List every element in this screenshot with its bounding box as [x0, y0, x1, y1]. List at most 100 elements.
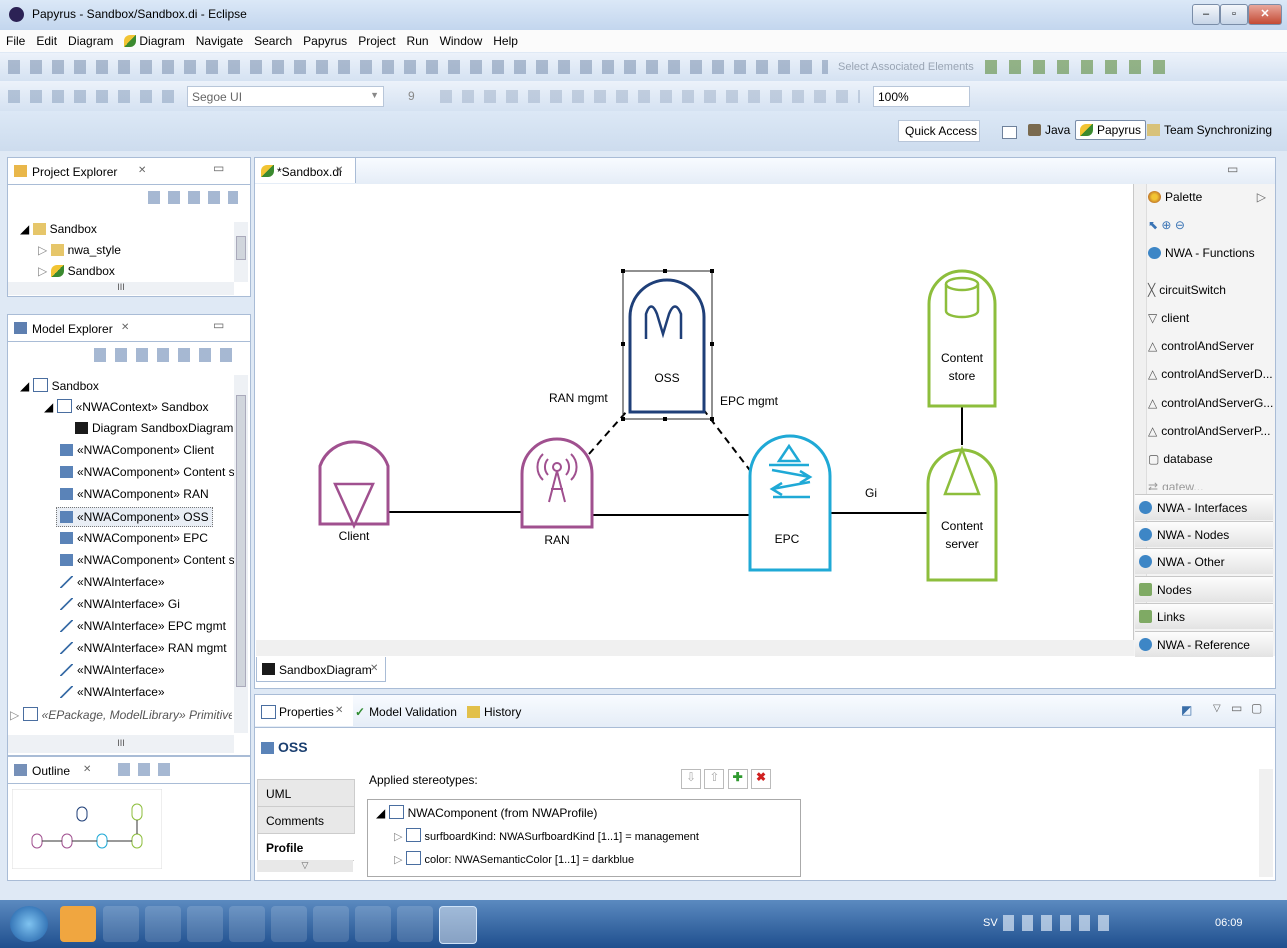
- menu-file[interactable]: File: [0, 30, 30, 48]
- palette-tool-controlandserverp[interactable]: △ controlAndServerP...: [1148, 424, 1270, 438]
- side-tab-scroll[interactable]: ▽: [257, 860, 353, 872]
- palette-drawer-functions[interactable]: NWA - Functions: [1148, 246, 1274, 266]
- stereotype-row[interactable]: ◢ NWAComponent (from NWAProfile): [376, 805, 597, 820]
- palette-drawer-other[interactable]: NWA - Other: [1135, 548, 1273, 574]
- model-tree-interface-3[interactable]: «NWAInterface»: [60, 685, 165, 699]
- chevron-right-icon[interactable]: ▷: [1257, 190, 1266, 204]
- model-tree-interface-1[interactable]: «NWAInterface»: [60, 575, 165, 589]
- minimize-view-icon[interactable]: ▭: [213, 318, 224, 332]
- model-tree-interface-2[interactable]: «NWAInterface»: [60, 663, 165, 677]
- properties-side-tab-profile[interactable]: Profile: [257, 833, 354, 861]
- menu-papyrus-diagram[interactable]: Diagram: [118, 30, 189, 48]
- menu-papyrus[interactable]: Papyrus: [297, 30, 352, 48]
- project-explorer-toolbar[interactable]: [148, 191, 238, 204]
- palette-drawer-reference[interactable]: NWA - Reference: [1135, 631, 1273, 657]
- tab-history[interactable]: History: [467, 705, 521, 719]
- menu-diagram[interactable]: Diagram: [62, 30, 118, 48]
- taskbar-eclipse-active-icon[interactable]: [439, 906, 477, 944]
- menu-help[interactable]: Help: [487, 30, 523, 48]
- perspective-team-sync[interactable]: Team Synchronizing: [1147, 123, 1272, 137]
- close-icon[interactable]: ✕: [370, 663, 378, 674]
- select-associated-elements-button[interactable]: Select Associated Elements: [838, 61, 974, 73]
- palette-tools[interactable]: ⬉ ⊕ ⊖: [1148, 218, 1274, 236]
- model-explorer-tab[interactable]: Model Explorer ✕ ▭: [8, 315, 250, 342]
- model-tree-interface-ran[interactable]: «NWAInterface» RAN mgmt: [60, 641, 227, 655]
- model-tree-content-server[interactable]: «NWAComponent» Content ser: [60, 553, 245, 567]
- toolbar-nav-icons[interactable]: [8, 90, 180, 103]
- outline-tab[interactable]: Outline ✕: [8, 757, 250, 784]
- scroll-thumb[interactable]: [236, 395, 246, 687]
- taskbar-ie-icon[interactable]: [103, 906, 139, 942]
- node-content-store[interactable]: [927, 269, 997, 408]
- model-tree-client[interactable]: «NWAComponent» Client: [60, 443, 214, 457]
- model-tree-interface-epc[interactable]: «NWAInterface» EPC mgmt: [60, 619, 226, 633]
- palette-tool-gateway[interactable]: ⇄ gatew...: [1148, 480, 1203, 490]
- minimize-view-icon[interactable]: ▭: [1227, 162, 1238, 176]
- stereotype-tree[interactable]: ◢ NWAComponent (from NWAProfile) ▷ surfb…: [367, 799, 801, 877]
- close-icon[interactable]: ✕: [335, 705, 343, 716]
- close-icon[interactable]: ✕: [138, 165, 146, 176]
- close-button[interactable]: ✕: [1248, 4, 1282, 25]
- zoom-combo[interactable]: 100%: [873, 86, 970, 107]
- model-tree-sandbox[interactable]: ◢ Sandbox: [20, 378, 99, 393]
- model-tree-primitive[interactable]: ▷ «EPackage, ModelLibrary» Primitive: [10, 707, 232, 722]
- tree-item-nwa-style[interactable]: ▷ nwa_style: [38, 243, 121, 257]
- remove-stereotype-button[interactable]: ✖: [751, 769, 772, 789]
- start-button[interactable]: [10, 906, 48, 942]
- properties-scrollbar[interactable]: [1259, 769, 1273, 877]
- close-icon[interactable]: ✕: [121, 322, 129, 333]
- tree-item-sandbox-model[interactable]: ▷ Sandbox: [38, 264, 115, 278]
- project-explorer-tab[interactable]: Project Explorer ✕ ▭: [8, 158, 250, 185]
- diagram-canvas[interactable]: Client RAN OSS EPC Content store Content…: [255, 184, 1133, 639]
- maximize-button[interactable]: ▫: [1220, 4, 1248, 25]
- format-icons[interactable]: [440, 90, 860, 103]
- minimize-button[interactable]: –: [1192, 4, 1220, 25]
- tab-properties[interactable]: Properties ✕: [255, 695, 353, 726]
- vertical-scrollbar[interactable]: [234, 375, 248, 733]
- node-content-server[interactable]: [926, 445, 998, 582]
- palette-tool-controlandserverd[interactable]: △ controlAndServerD...: [1148, 367, 1273, 381]
- minimize-view-icon[interactable]: ▭: [1231, 701, 1242, 715]
- font-name-combo[interactable]: Segoe UI ▼: [187, 86, 384, 107]
- node-client[interactable]: [318, 440, 390, 530]
- chevron-down-icon[interactable]: ▽: [1213, 703, 1221, 714]
- taskbar-outlook-icon[interactable]: [60, 906, 96, 942]
- menu-run[interactable]: Run: [401, 30, 434, 48]
- horizontal-scrollbar[interactable]: III: [8, 282, 234, 295]
- palette-drawer-nodes-nwa[interactable]: NWA - Nodes: [1135, 521, 1273, 547]
- open-perspective-icon[interactable]: [1002, 126, 1017, 139]
- tab-model-validation[interactable]: ✓ Model Validation: [355, 705, 457, 719]
- toolbar-icons-left[interactable]: [8, 60, 828, 74]
- model-tree-ran[interactable]: «NWAComponent» RAN: [60, 487, 209, 501]
- view-menu-icon[interactable]: ◩: [1181, 703, 1192, 717]
- properties-side-tab-uml[interactable]: UML: [257, 779, 355, 807]
- add-stereotype-button[interactable]: ✚: [727, 769, 748, 789]
- palette-tool-controlandserver[interactable]: △ controlAndServer: [1148, 339, 1254, 353]
- select-tool-icon[interactable]: ⬉: [1148, 218, 1158, 232]
- maximize-view-icon[interactable]: ▢: [1251, 701, 1262, 715]
- attribute-row[interactable]: ▷ color: NWASemanticColor [1..1] = darkb…: [394, 851, 634, 866]
- vertical-scrollbar[interactable]: [234, 222, 248, 282]
- node-ran[interactable]: [520, 437, 594, 529]
- perspective-java[interactable]: Java: [1028, 123, 1070, 137]
- menu-window[interactable]: Window: [434, 30, 488, 48]
- palette-drawer-nodes[interactable]: Nodes: [1135, 576, 1273, 602]
- palette-drawer-interfaces[interactable]: NWA - Interfaces: [1135, 494, 1273, 520]
- node-epc[interactable]: [748, 434, 832, 572]
- properties-side-tab-comments[interactable]: Comments: [257, 806, 355, 834]
- quick-access-field[interactable]: Quick Access: [898, 120, 980, 142]
- zoom-in-icon[interactable]: ⊕: [1161, 218, 1171, 232]
- outline-toolbar[interactable]: [118, 763, 178, 776]
- outline-thumbnail[interactable]: [12, 789, 162, 869]
- input-language[interactable]: SV: [983, 917, 998, 929]
- toolbar-icons-right[interactable]: [985, 60, 1175, 74]
- clock[interactable]: 06:09: [1215, 917, 1243, 929]
- move-down-button[interactable]: ⇩: [681, 769, 701, 789]
- model-tree-diagram[interactable]: Diagram SandboxDiagram: [75, 421, 233, 435]
- perspective-papyrus[interactable]: Papyrus: [1075, 120, 1147, 140]
- diagram-horizontal-scrollbar[interactable]: [256, 640, 1134, 656]
- taskbar-chrome-icon[interactable]: [313, 906, 349, 942]
- palette-drawer-links[interactable]: Links: [1135, 603, 1273, 629]
- palette-header[interactable]: Palette ▷: [1148, 190, 1274, 208]
- close-icon[interactable]: ✕: [83, 764, 91, 775]
